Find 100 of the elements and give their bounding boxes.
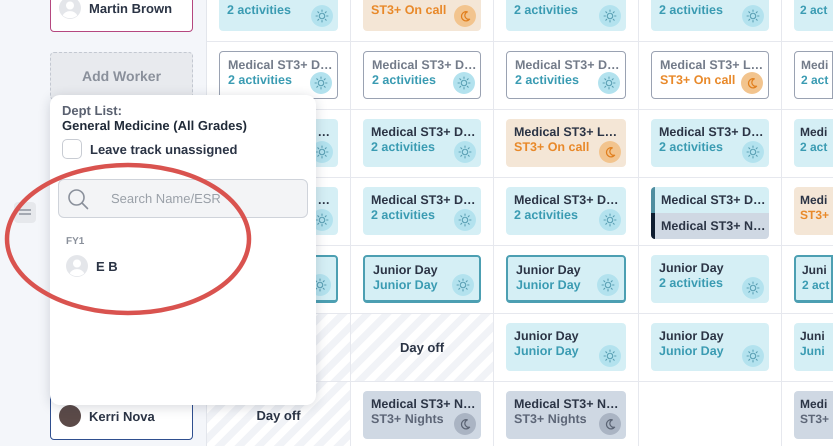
shift-card[interactable]: Medical ST3+ L… ST3+ On call bbox=[651, 51, 769, 99]
shift-title: Medical ST3+ D… bbox=[371, 125, 476, 140]
shift-title: Medi bbox=[800, 397, 828, 412]
shift-subtitle: 2 act bbox=[802, 278, 830, 293]
sun-icon bbox=[598, 72, 620, 94]
shift-title: Medical ST3+ N… bbox=[371, 397, 476, 412]
shift-title: Medical ST3+ D… bbox=[515, 58, 620, 73]
shift-title: Medical ST3+ D… bbox=[371, 193, 476, 208]
moon-icon bbox=[454, 5, 476, 27]
shift-title: … bbox=[318, 125, 330, 140]
shift-card[interactable]: Junior Day Junior Day bbox=[363, 255, 481, 303]
sun-icon bbox=[453, 72, 475, 94]
sun-icon bbox=[599, 5, 621, 27]
shift-subtitle: 2 activities bbox=[371, 140, 435, 155]
shift-card[interactable]: Medical ST3+ D… 2 activities bbox=[506, 51, 626, 99]
shift-card[interactable]: Juni Juni bbox=[794, 323, 833, 371]
worker-name: Kerri Nova bbox=[89, 408, 155, 424]
shift-title: Medi bbox=[801, 58, 828, 73]
shift-card[interactable]: Medi 2 act bbox=[794, 119, 833, 167]
shift-card[interactable]: Medi 2 act bbox=[794, 51, 833, 99]
checkbox[interactable] bbox=[62, 139, 82, 159]
sun-icon bbox=[597, 274, 619, 296]
shift-title: Medical ST3+ L… bbox=[660, 58, 764, 73]
shift-bar[interactable]: Medical ST3+ N… bbox=[651, 213, 769, 239]
shift-title: Medi bbox=[800, 193, 828, 208]
shift-subtitle: Junior Day bbox=[373, 278, 438, 293]
sun-icon bbox=[742, 141, 764, 163]
sun-icon bbox=[742, 277, 764, 299]
shift-title: Junior Day bbox=[514, 329, 579, 344]
shift-subtitle: 2 activities bbox=[371, 208, 435, 223]
shift-subtitle: Juni bbox=[800, 344, 825, 359]
shift-card[interactable]: Junior Day 2 activities bbox=[651, 255, 769, 303]
sun-icon bbox=[599, 345, 621, 367]
shift-title: Medical ST3+ D… bbox=[659, 125, 764, 140]
shift-card[interactable]: Medical ST3+ D… 2 activities bbox=[506, 187, 626, 235]
shift-subtitle: 2 activities bbox=[514, 208, 578, 223]
shift-subtitle: 2 activities bbox=[659, 140, 723, 155]
moon-icon bbox=[599, 413, 621, 435]
shift-title: Medical ST3+ D… bbox=[372, 58, 477, 73]
day-off-cell: Day off bbox=[351, 314, 493, 381]
shift-card[interactable]: Junior Day Junior Day bbox=[506, 323, 626, 371]
sun-icon bbox=[454, 141, 476, 163]
shift-subtitle: ST3+ Nights bbox=[371, 412, 444, 427]
moon-icon bbox=[454, 413, 476, 435]
shift-title: Medical ST3+ L… bbox=[514, 125, 618, 140]
shift-subtitle: ST3+ bbox=[800, 208, 830, 223]
shift-subtitle: 2 activities bbox=[227, 3, 291, 18]
shift-subtitle: 2 activities bbox=[514, 3, 578, 18]
shift-subtitle: 2 activities bbox=[228, 73, 292, 88]
shift-subtitle: 2 act bbox=[801, 73, 828, 88]
shift-card[interactable]: Medical ST3+ D… 2 activities bbox=[363, 119, 481, 167]
shift-title: Junior Day bbox=[373, 263, 438, 278]
sun-icon bbox=[454, 209, 476, 231]
moon-icon bbox=[599, 141, 621, 163]
shift-subtitle: 2 act bbox=[800, 140, 828, 155]
avatar-icon bbox=[66, 255, 88, 277]
shift-title: Junior Day bbox=[516, 263, 581, 278]
shift-title: Medical ST3+ D… bbox=[228, 58, 333, 73]
shift-card[interactable]: Medical ST3+ N… ST3+ Nights bbox=[506, 391, 626, 439]
shift-card[interactable]: Medical ST3+ D… 2 activities bbox=[363, 187, 481, 235]
shift-card[interactable]: Medical ST3+ D… 2 activities bbox=[219, 51, 338, 99]
shift-subtitle: ST3+ On call bbox=[514, 140, 590, 155]
shift-subtitle: 2 activities bbox=[659, 276, 723, 291]
shift-subtitle: 2 activities bbox=[659, 3, 723, 18]
shift-bar[interactable]: Medical ST3+ D… bbox=[651, 187, 769, 213]
worker-card[interactable]: Martin Brown bbox=[50, 0, 193, 32]
shift-card[interactable]: Medical ST3+ N… ST3+ Nights bbox=[363, 391, 481, 439]
sun-icon bbox=[742, 345, 764, 367]
shift-card[interactable]: Junior Day Junior Day bbox=[651, 323, 769, 371]
shift-card[interactable]: Medi ST3+ bbox=[794, 391, 833, 439]
sun-icon bbox=[311, 5, 333, 27]
shift-subtitle: 2 activities bbox=[515, 73, 579, 88]
worker-name: Martin Brown bbox=[89, 0, 172, 16]
shift-card[interactable]: Medical ST3+ D… 2 activities bbox=[651, 119, 769, 167]
group-label: FY1 bbox=[66, 236, 86, 247]
shift-subtitle: Junior Day bbox=[514, 344, 579, 359]
shift-subtitle: Junior Day bbox=[659, 344, 724, 359]
shift-card[interactable]: Medical ST3+ L… ST3+ On call bbox=[506, 119, 626, 167]
sun-icon bbox=[310, 72, 332, 94]
shift-subtitle: ST3+ On call bbox=[660, 73, 736, 88]
shift-title: Junior Day bbox=[659, 329, 724, 344]
checkbox-label: Leave track unassigned bbox=[90, 142, 238, 156]
shift-subtitle: ST3+ Nights bbox=[514, 412, 587, 427]
shift-subtitle: ST3+ bbox=[800, 412, 830, 427]
shift-subtitle: 2 activities bbox=[372, 73, 436, 88]
shift-subtitle: Junior Day bbox=[516, 278, 581, 293]
shift-subtitle: 2 act bbox=[800, 3, 828, 18]
person-name[interactable]: E B bbox=[96, 258, 118, 274]
shift-card[interactable]: Junior Day Junior Day bbox=[506, 255, 626, 303]
search-field[interactable]: Search Name/ESR bbox=[58, 179, 308, 218]
shift-card[interactable]: Medical ST3+ D… 2 activities bbox=[363, 51, 481, 99]
shift-card[interactable]: Juni 2 act bbox=[794, 255, 833, 303]
shift-title: Juni bbox=[800, 329, 825, 344]
sun-icon bbox=[599, 209, 621, 231]
department-name: General Medicine (All Grades) bbox=[61, 118, 248, 133]
shift-title: Medi bbox=[800, 125, 828, 140]
shift-title: Juni bbox=[802, 263, 827, 278]
shift-card[interactable]: Medi ST3+ bbox=[794, 187, 833, 235]
dept-list-label: Dept List: bbox=[61, 103, 123, 118]
shift-title: Medical ST3+ D… bbox=[514, 193, 619, 208]
